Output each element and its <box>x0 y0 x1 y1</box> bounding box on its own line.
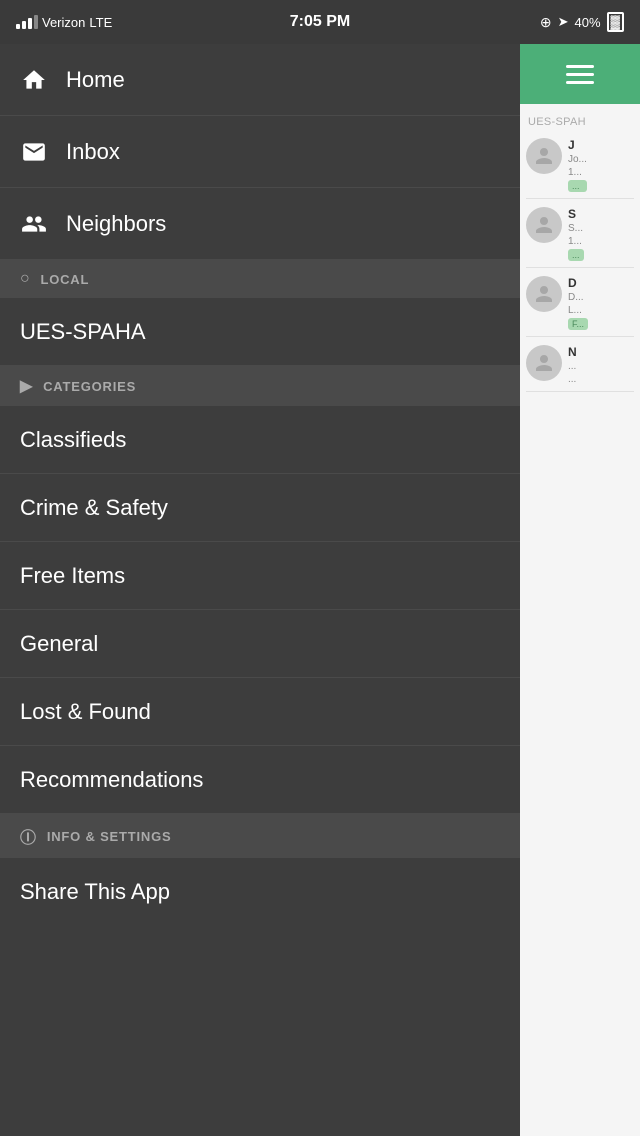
categories-header-label: CATEGORIES <box>43 379 136 394</box>
post-name-3: D <box>568 276 588 290</box>
post-name-4: N <box>568 345 577 359</box>
status-left: Verizon LTE <box>16 15 112 30</box>
avatar-3 <box>526 276 562 312</box>
post-info-1: J Jo... 1... ... <box>568 138 587 192</box>
home-label: Home <box>66 67 125 93</box>
post-tag-2: ... <box>568 249 584 261</box>
local-section-header: ○ LOCAL <box>0 260 520 298</box>
lost-found-label: Lost & Found <box>20 699 151 725</box>
ues-spaha-label: UES-SPAHA <box>20 319 146 345</box>
hamburger-line-2 <box>566 73 594 76</box>
post-subtext-3: D... <box>568 292 588 303</box>
post-info-3: D D... L... F... <box>568 276 588 330</box>
avatar-1 <box>526 138 562 174</box>
recommendations-label: Recommendations <box>20 767 203 793</box>
lock-icon: ⊕ <box>540 14 552 31</box>
crime-safety-label: Crime & Safety <box>20 495 168 521</box>
tag-icon: ▶ <box>20 376 33 396</box>
sidebar-item-ues-spaha[interactable]: UES-SPAHA <box>0 298 520 366</box>
right-panel: UES-SPAH J Jo... 1... ... <box>520 44 640 1136</box>
neighbors-label: Neighbors <box>66 211 166 237</box>
info-settings-header-label: INFO & SETTINGS <box>47 829 172 844</box>
hamburger-line-1 <box>566 65 594 68</box>
post-name-1: J <box>568 138 587 152</box>
location-icon: ➤ <box>558 14 569 30</box>
post-item-3[interactable]: D D... L... F... <box>526 270 634 337</box>
sidebar-item-classifieds[interactable]: Classifieds <box>0 406 520 474</box>
sidebar-item-recommendations[interactable]: Recommendations <box>0 746 520 814</box>
network-type-label: LTE <box>89 15 112 30</box>
avatar-4 <box>526 345 562 381</box>
neighbors-icon <box>20 210 48 238</box>
sidebar-item-neighbors[interactable]: Neighbors <box>0 188 520 260</box>
right-top-bar <box>520 44 640 104</box>
sidebar-item-general[interactable]: General <box>0 610 520 678</box>
status-bar: Verizon LTE 7:05 PM ⊕ ➤ 40% ▓ <box>0 0 640 44</box>
inbox-icon <box>20 138 48 166</box>
post-item-2[interactable]: S S... 1... ... <box>526 201 634 268</box>
post-date-1: 1... <box>568 167 587 178</box>
post-item-4[interactable]: N ... ... <box>526 339 634 392</box>
neighborhood-label: UES-SPAH <box>526 112 634 130</box>
sidebar-item-crime-safety[interactable]: Crime & Safety <box>0 474 520 542</box>
post-subtext-4: ... <box>568 361 577 372</box>
sidebar-item-lost-found[interactable]: Lost & Found <box>0 678 520 746</box>
post-date-3: L... <box>568 305 588 316</box>
right-panel-content: UES-SPAH J Jo... 1... ... <box>520 104 640 400</box>
sidebar-item-inbox[interactable]: Inbox <box>0 116 520 188</box>
categories-section-header: ▶ CATEGORIES <box>0 366 520 406</box>
post-subtext-1: Jo... <box>568 154 587 165</box>
post-item-1[interactable]: J Jo... 1... ... <box>526 132 634 199</box>
info-settings-section-header: ⓘ INFO & SETTINGS <box>0 814 520 858</box>
share-app-label: Share This App <box>20 879 170 905</box>
local-header-label: LOCAL <box>40 272 89 287</box>
battery-icon: ▓ <box>607 12 624 32</box>
status-right: ⊕ ➤ 40% ▓ <box>540 12 624 32</box>
general-label: General <box>20 631 98 657</box>
app-container: Home Inbox Neighbors ○ LOCAL <box>0 44 640 1136</box>
classifieds-label: Classifieds <box>20 427 126 453</box>
time-label: 7:05 PM <box>290 13 350 31</box>
battery-percent: 40% <box>574 15 600 30</box>
carrier-label: Verizon <box>42 15 85 30</box>
hamburger-line-3 <box>566 81 594 84</box>
sidebar-item-free-items[interactable]: Free Items <box>0 542 520 610</box>
inbox-label: Inbox <box>66 139 120 165</box>
post-date-2: 1... <box>568 236 584 247</box>
signal-bars <box>16 15 38 29</box>
post-subtext-2: S... <box>568 223 584 234</box>
hamburger-menu-icon[interactable] <box>566 65 594 84</box>
location-pin-icon: ○ <box>20 270 30 288</box>
sidebar-drawer: Home Inbox Neighbors ○ LOCAL <box>0 44 520 1136</box>
sidebar-item-share-app[interactable]: Share This App <box>0 858 520 926</box>
post-date-4: ... <box>568 374 577 385</box>
post-tag-1: ... <box>568 180 587 192</box>
free-items-label: Free Items <box>20 563 125 589</box>
home-icon <box>20 66 48 94</box>
sidebar-item-home[interactable]: Home <box>0 44 520 116</box>
post-tag-3: F... <box>568 318 588 330</box>
post-info-2: S S... 1... ... <box>568 207 584 261</box>
post-info-4: N ... ... <box>568 345 577 385</box>
avatar-2 <box>526 207 562 243</box>
post-name-2: S <box>568 207 584 221</box>
info-icon: ⓘ <box>20 824 37 848</box>
